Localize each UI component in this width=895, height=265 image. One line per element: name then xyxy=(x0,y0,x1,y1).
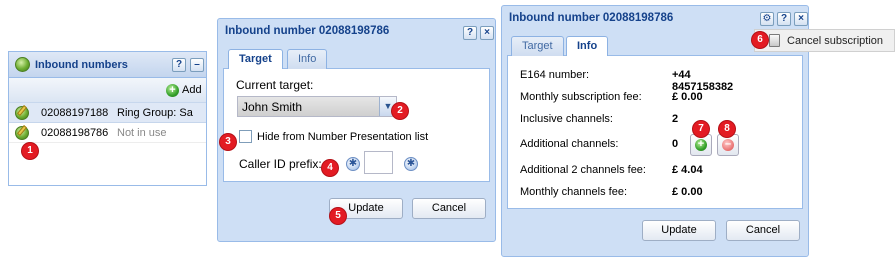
table-row[interactable]: 02088198786 Not in use xyxy=(9,123,206,143)
dialog-footer: Update Cancel xyxy=(223,182,490,230)
row-number: 02088198786 xyxy=(41,127,109,139)
tab-strip: Target Info xyxy=(223,45,490,70)
panel-title: Inbound numbers xyxy=(35,59,128,71)
target-body: Current target: John Smith ▼ Hide from N… xyxy=(223,69,490,182)
close-icon[interactable]: × xyxy=(480,26,494,40)
row-status: Ring Group: Sa xyxy=(117,107,193,119)
row-status: Not in use xyxy=(117,127,167,139)
callerid-label: Caller ID prefix: xyxy=(239,157,322,171)
info-value: £ 0.00 xyxy=(672,186,703,198)
info-value: +44 8457158382 xyxy=(672,69,734,93)
hide-label: Hide from Number Presentation list xyxy=(257,131,429,143)
tab-target[interactable]: Target xyxy=(511,36,564,57)
cancel-subscription-item[interactable]: Cancel subscription xyxy=(787,35,883,47)
add-button[interactable]: Add xyxy=(182,84,202,96)
asterisk-icon[interactable]: ✱ xyxy=(404,157,418,171)
panel-header: Inbound numbers ? – xyxy=(9,52,206,78)
table-row[interactable]: 02088197188 Ring Group: Sa xyxy=(9,103,206,123)
callout-8: 8 xyxy=(719,121,735,137)
info-key: Additional channels: xyxy=(520,138,619,150)
trash-icon xyxy=(769,34,780,47)
tab-info[interactable]: Info xyxy=(287,49,328,70)
info-key: Inclusive channels: xyxy=(520,113,613,125)
current-target-combo[interactable]: John Smith ▼ xyxy=(237,96,397,117)
callout-6: 6 xyxy=(752,32,768,48)
dialog-title: Inbound number 02088198786 xyxy=(509,12,674,24)
info-key: E164 number: xyxy=(520,69,590,81)
dialog-header: Inbound number 02088198786 ? × xyxy=(223,19,494,45)
minus-icon: – xyxy=(722,139,734,151)
target-dialog: Inbound number 02088198786 ? × Target In… xyxy=(217,18,496,242)
globe-icon xyxy=(15,57,30,72)
callout-3: 3 xyxy=(220,134,236,150)
cancel-button[interactable]: Cancel xyxy=(726,220,800,241)
help-icon[interactable]: ? xyxy=(172,58,186,72)
plus-icon: + xyxy=(695,139,707,151)
help-icon[interactable]: ? xyxy=(463,26,477,40)
update-button[interactable]: Update xyxy=(642,220,716,241)
info-value: £ 0.00 xyxy=(672,91,703,103)
cancel-button[interactable]: Cancel xyxy=(412,198,486,219)
options-menu: Cancel subscription xyxy=(754,29,895,52)
add-channel-button[interactable]: + xyxy=(690,134,712,156)
current-target-label: Current target: xyxy=(236,78,314,92)
tab-target[interactable]: Target xyxy=(228,49,283,70)
info-key: Additional 2 channels fee: xyxy=(520,164,646,176)
collapse-icon[interactable]: – xyxy=(190,58,204,72)
callout-5: 5 xyxy=(330,208,346,224)
current-target-value: John Smith xyxy=(242,100,303,114)
gear-icon[interactable]: ⚙ xyxy=(760,12,774,26)
inbound-numbers-panel: Inbound numbers ? – + Add 02088197188 Ri… xyxy=(8,51,207,186)
info-body: E164 number: +44 8457158382 Monthly subs… xyxy=(507,56,803,209)
info-value: 2 xyxy=(672,113,679,125)
dialog-footer: Update Cancel xyxy=(507,209,803,251)
hide-checkbox[interactable] xyxy=(239,130,252,143)
callout-2: 2 xyxy=(392,103,408,119)
row-number: 02088197188 xyxy=(41,107,109,119)
dialog-title: Inbound number 02088198786 xyxy=(225,25,390,37)
info-value: 0 xyxy=(672,138,679,150)
remove-channel-button[interactable]: – xyxy=(717,134,739,156)
callout-1: 1 xyxy=(22,143,38,159)
callout-7: 7 xyxy=(693,121,709,137)
info-key: Monthly subscription fee: xyxy=(520,91,642,103)
close-icon[interactable]: × xyxy=(794,12,808,26)
callout-4: 4 xyxy=(322,160,338,176)
asterisk-icon[interactable]: ✱ xyxy=(346,157,360,171)
tab-info[interactable]: Info xyxy=(566,36,609,57)
help-icon[interactable]: ? xyxy=(777,12,791,26)
info-key: Monthly channels fee: xyxy=(520,186,628,198)
add-icon[interactable]: + xyxy=(166,84,179,97)
info-value: £ 4.04 xyxy=(672,164,703,176)
callerid-input[interactable] xyxy=(364,151,393,174)
panel-toolbar: + Add xyxy=(9,78,206,103)
